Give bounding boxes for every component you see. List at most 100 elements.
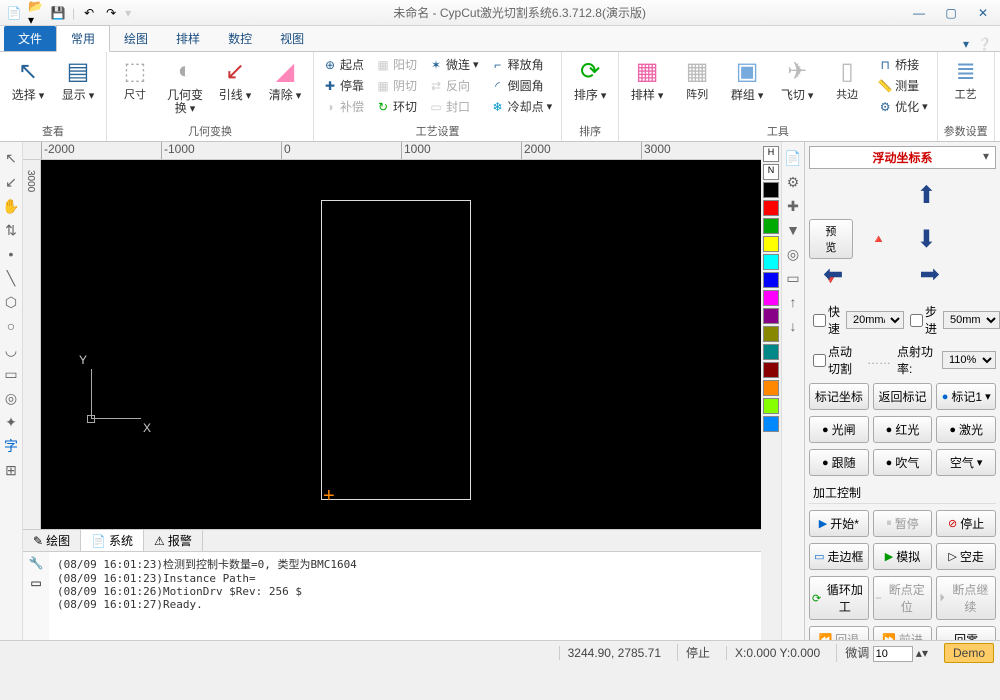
tool-pointer-icon[interactable]: ↖	[0, 147, 22, 169]
color-swatch[interactable]	[763, 362, 779, 378]
tab-view[interactable]: 视图	[266, 26, 318, 51]
air-select[interactable]: 空气 ▾	[936, 449, 996, 476]
follow-button[interactable]: ●跟随	[809, 449, 869, 476]
tab-draw[interactable]: 绘图	[110, 26, 162, 51]
jog-down-button[interactable]: ⬇	[909, 222, 943, 256]
btab-alarm[interactable]: ⚠报警	[144, 530, 203, 551]
optimize-button[interactable]: ⚙优化 ▾	[875, 97, 931, 116]
mark-button[interactable]: 标记坐标	[809, 383, 869, 410]
cool-button[interactable]: ❄冷却点 ▾	[488, 97, 556, 116]
color-swatch[interactable]	[763, 200, 779, 216]
tool-arc-icon[interactable]: ◡	[0, 339, 22, 361]
startpt-button[interactable]: ⊕起点	[320, 55, 367, 74]
returnmark-button[interactable]: 返回标记	[873, 383, 933, 410]
tool-line-icon[interactable]: ╲	[0, 267, 22, 289]
rtool-down2-icon[interactable]: ↓	[782, 315, 804, 337]
group-button[interactable]: ▣群组 ▾	[725, 55, 769, 102]
save-icon[interactable]: 💾	[50, 5, 66, 21]
open-icon[interactable]: 📂▾	[28, 5, 44, 21]
menu-caret-icon[interactable]: ▾	[963, 37, 969, 51]
coord-system-select[interactable]: 浮动坐标系	[809, 146, 996, 169]
forward-button[interactable]: ⏩前进	[873, 626, 933, 640]
weilian-button[interactable]: ✶微连 ▾	[426, 55, 482, 74]
rtool-doc-icon[interactable]: 📄	[782, 147, 804, 169]
sort-button[interactable]: ⟳排序 ▾	[568, 55, 612, 102]
rtool-rect-icon[interactable]: ▭	[782, 267, 804, 289]
comp-button[interactable]: ◑补偿	[320, 97, 367, 116]
rtool-gear-icon[interactable]: ⚙	[782, 171, 804, 193]
jog-up-button[interactable]: ⬆	[909, 178, 943, 212]
file-tab[interactable]: 文件	[4, 26, 56, 51]
share-button[interactable]: ▯共边	[825, 55, 869, 101]
simulate-button[interactable]: ▶模拟	[873, 543, 933, 570]
color-swatch[interactable]	[763, 416, 779, 432]
color-swatch[interactable]	[763, 254, 779, 270]
tool-track-icon[interactable]: ◎	[0, 387, 22, 409]
release-button[interactable]: ⌐释放角	[488, 55, 556, 74]
new-doc-icon[interactable]: 📄	[6, 5, 22, 21]
tab-nest[interactable]: 排样	[162, 26, 214, 51]
rtool-target-icon[interactable]: ◎	[782, 243, 804, 265]
size-button[interactable]: ⬚尺寸	[113, 55, 157, 101]
log-clear-icon[interactable]: ▭	[30, 576, 41, 590]
step-select[interactable]: 50mm	[943, 311, 1000, 329]
measure-button[interactable]: 📏测量	[875, 76, 931, 95]
blow-button[interactable]: ●吹气	[873, 449, 933, 476]
tool-poly-icon[interactable]: ⬡	[0, 291, 22, 313]
color-swatch[interactable]	[763, 308, 779, 324]
reverse-button[interactable]: ⇄反向	[426, 76, 482, 95]
tool-node-icon[interactable]: ↙	[0, 171, 22, 193]
flycut-button[interactable]: ✈飞切 ▾	[775, 55, 819, 102]
step-check[interactable]: 步进	[910, 303, 937, 337]
color-swatch[interactable]	[763, 398, 779, 414]
tool-text-icon[interactable]: 字	[0, 435, 22, 457]
bpcont-button[interactable]: ⏵断点继续	[936, 576, 996, 620]
tool-srt-icon[interactable]: ⇅	[0, 219, 22, 241]
color-swatch[interactable]	[763, 380, 779, 396]
tool-circle-icon[interactable]: ○	[0, 315, 22, 337]
swatch-h[interactable]: H	[763, 146, 779, 162]
shutter-button[interactable]: ●光闸	[809, 416, 869, 443]
minimize-icon[interactable]: —	[908, 5, 930, 21]
erase-button[interactable]: ◢清除 ▾	[263, 55, 307, 102]
pause-button[interactable]: ⏸暂停	[873, 510, 933, 537]
color-swatch[interactable]	[763, 236, 779, 252]
redlight-button[interactable]: ●红光	[873, 416, 933, 443]
help-icon[interactable]: ❔	[977, 37, 992, 51]
loop-button[interactable]: ⟳循环加工	[809, 576, 869, 620]
craft-button[interactable]: ≣工艺	[944, 55, 988, 101]
bploc-button[interactable]: ⎯断点定位	[873, 576, 933, 620]
seal-button[interactable]: ▭封口	[426, 97, 482, 116]
color-swatch[interactable]	[763, 272, 779, 288]
undo-icon[interactable]: ↶	[81, 5, 97, 21]
btab-draw[interactable]: ✎绘图	[23, 530, 81, 551]
color-swatch[interactable]	[763, 344, 779, 360]
fillet-button[interactable]: ◜倒圆角	[488, 76, 556, 95]
laser-button[interactable]: ●激光	[936, 416, 996, 443]
color-swatch[interactable]	[763, 326, 779, 342]
yangqie-button[interactable]: ▦阳切	[373, 55, 420, 74]
z-up-button[interactable]: 🔺	[865, 222, 893, 256]
fast-select[interactable]: 20mm/s	[846, 311, 904, 329]
tool-rect-icon[interactable]: ▭	[0, 363, 22, 385]
tool-point-icon[interactable]: •	[0, 243, 22, 265]
close-icon[interactable]: ✕	[972, 5, 994, 21]
zero-button[interactable]: 回零	[936, 626, 996, 640]
color-swatch[interactable]	[763, 182, 779, 198]
back-button[interactable]: ⏪回退	[809, 626, 869, 640]
frame-button[interactable]: ▭走边框	[809, 543, 869, 570]
color-swatch[interactable]	[763, 218, 779, 234]
bridge-button[interactable]: ⊓桥接	[875, 55, 931, 74]
dryrun-button[interactable]: ▷空走	[936, 543, 996, 570]
fine-input[interactable]	[873, 646, 913, 662]
display-button[interactable]: ▤显示 ▾	[56, 55, 100, 102]
huanqie-button[interactable]: ↻环切	[373, 97, 420, 116]
wrench-icon[interactable]: 🔧	[29, 556, 44, 570]
yinqie-button[interactable]: ▦阴切	[373, 76, 420, 95]
tab-common[interactable]: 常用	[56, 25, 110, 52]
jogcut-check[interactable]: 点动切割	[813, 343, 861, 377]
jog-right-button[interactable]: ➡	[913, 257, 947, 291]
transform-button[interactable]: ◐几何变换 ▾	[163, 55, 207, 115]
drawing-canvas[interactable]: + XY	[41, 160, 761, 529]
tool-misc-icon[interactable]: ⊞	[0, 459, 22, 481]
